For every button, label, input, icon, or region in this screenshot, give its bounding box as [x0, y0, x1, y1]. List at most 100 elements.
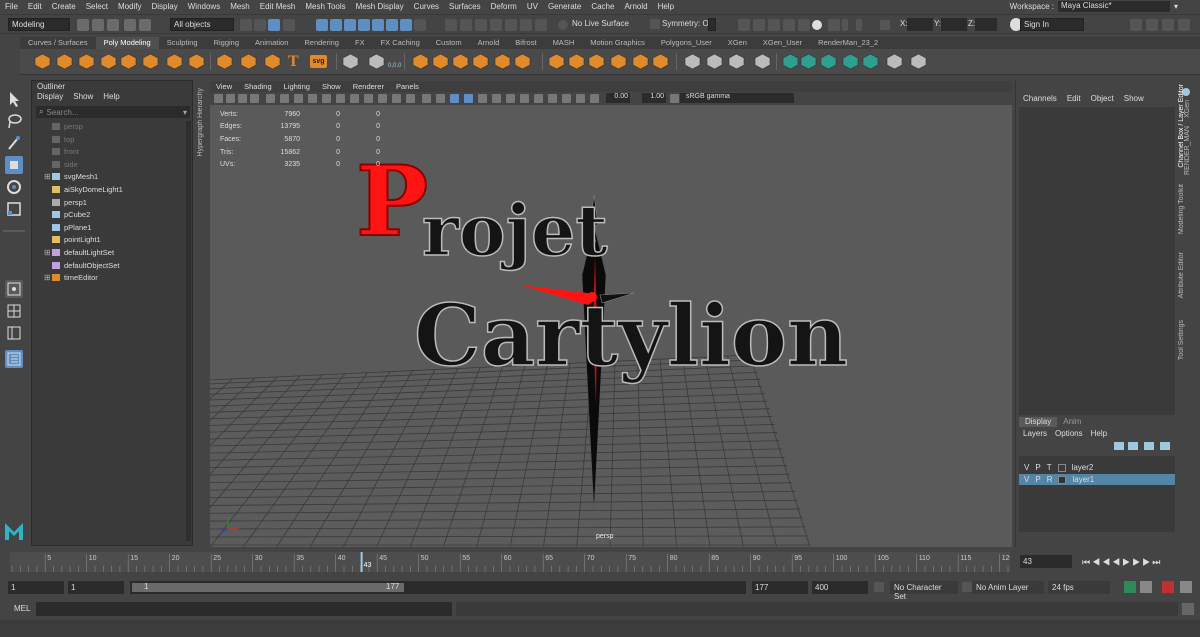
- viewport-menu-lighting[interactable]: Lighting: [278, 81, 316, 92]
- open-scene-icon[interactable]: [92, 19, 104, 31]
- shelf-tab-sculpting[interactable]: Sculpting: [159, 37, 206, 49]
- outliner-item[interactable]: pCube2: [52, 209, 90, 220]
- menu-mesh[interactable]: Mesh: [225, 2, 255, 11]
- sweep-mesh-icon[interactable]: [264, 53, 281, 70]
- menu-uv[interactable]: UV: [522, 2, 543, 11]
- viewport-tool-icon[interactable]: [226, 94, 235, 103]
- construction-history-icon[interactable]: [738, 19, 750, 31]
- chevron-down-icon[interactable]: ▾: [1174, 2, 1178, 11]
- viewport-tool-icon[interactable]: [294, 94, 303, 103]
- viewport-tool-icon[interactable]: [590, 94, 599, 103]
- type-icon[interactable]: T: [288, 53, 305, 70]
- symmetry-label[interactable]: Symmetry: Off: [662, 19, 713, 28]
- viewport-canvas[interactable]: P rojet Cartylion: [210, 105, 1012, 547]
- viewport-tool-icon[interactable]: [322, 94, 331, 103]
- merge-icon[interactable]: [886, 53, 903, 70]
- outliner-layout-icon[interactable]: [5, 350, 23, 368]
- arnold-icon[interactable]: [842, 19, 848, 31]
- playback-start-field[interactable]: 1: [68, 581, 124, 594]
- hypergraph-tab[interactable]: Hypergraph Hierarchy: [196, 80, 208, 550]
- menu-curves[interactable]: Curves: [409, 2, 444, 11]
- shelf-tab-animation[interactable]: Animation: [247, 37, 296, 49]
- chevron-down-icon[interactable]: ▾: [183, 108, 190, 117]
- render-settings-icon[interactable]: [783, 19, 795, 31]
- shelf-tab-mash[interactable]: MASH: [545, 37, 583, 49]
- y-field[interactable]: [941, 18, 967, 31]
- viewport-menu-view[interactable]: View: [210, 81, 238, 92]
- toggle-attribute-editor-icon[interactable]: [1146, 19, 1158, 31]
- z-field[interactable]: [975, 18, 997, 31]
- outliner-item[interactable]: persp: [52, 121, 83, 132]
- outliner-item[interactable]: ⊞ svgMesh1: [44, 171, 98, 182]
- poly-cube-icon[interactable]: [56, 53, 73, 70]
- shelf-tab-renderman-23-2[interactable]: RenderMan_23_2: [810, 37, 886, 49]
- symmetry-dropdown[interactable]: [708, 18, 716, 31]
- layer-playback-toggle[interactable]: P: [1035, 463, 1040, 472]
- camera-lock-icon[interactable]: [812, 20, 822, 30]
- viewport-tool-icon[interactable]: [534, 94, 543, 103]
- viewport-tool-icon[interactable]: [350, 94, 359, 103]
- layer-menu-options[interactable]: Options: [1051, 429, 1087, 440]
- viewport-tool-icon[interactable]: [422, 94, 431, 103]
- playback-controls[interactable]: ⏮◀◀◀▶▶▶⏭: [1082, 557, 1162, 568]
- exposure-field[interactable]: 0.00: [606, 93, 630, 103]
- pick-edge-icon[interactable]: [344, 19, 356, 31]
- viewport-menu-show[interactable]: Show: [316, 81, 347, 92]
- new-scene-icon[interactable]: [77, 19, 89, 31]
- bridge-icon[interactable]: [568, 53, 585, 70]
- sound-icon[interactable]: [1162, 581, 1174, 593]
- side-tab-channel-box[interactable]: Channel Box / Layer Editor: [1178, 84, 1185, 168]
- render-current-icon[interactable]: [753, 19, 765, 31]
- poly-plane-icon[interactable]: [142, 53, 159, 70]
- side-tab-xgen[interactable]: XGen: [1184, 100, 1191, 118]
- persp-outliner-layout-icon[interactable]: [5, 324, 23, 342]
- render-view-icon[interactable]: [828, 19, 840, 31]
- hypershade-icon[interactable]: [798, 19, 810, 31]
- shelf-tab-fx-caching[interactable]: FX Caching: [373, 37, 428, 49]
- outliner-item[interactable]: pointLight1: [52, 234, 101, 245]
- viewport-panel[interactable]: View Shading Lighting Show Renderer Panels 0.…: [210, 81, 1012, 547]
- platonic-icon[interactable]: [188, 53, 205, 70]
- shelf-tab-rendering[interactable]: Rendering: [296, 37, 347, 49]
- connect-icon[interactable]: [728, 53, 745, 70]
- outliner-item[interactable]: aiSkyDomeLight1: [52, 184, 123, 195]
- menu-file[interactable]: File: [0, 2, 23, 11]
- loop-icon[interactable]: [1124, 581, 1136, 593]
- viewport-tool-icon[interactable]: [450, 94, 459, 103]
- menu-create[interactable]: Create: [47, 2, 81, 11]
- layer-display-type-toggle[interactable]: T: [1047, 463, 1052, 472]
- side-tab-attribute-editor[interactable]: Attribute Editor: [1178, 252, 1185, 298]
- super-shape-icon[interactable]: [216, 53, 233, 70]
- layer-menu-layers[interactable]: Layers: [1019, 429, 1051, 440]
- snap-view-plane-icon[interactable]: [490, 19, 502, 31]
- viewport-tool-icon[interactable]: [436, 94, 445, 103]
- channel-menu-edit[interactable]: Edit: [1062, 94, 1086, 105]
- menu-arnold[interactable]: Arnold: [619, 2, 652, 11]
- layer-display-type-toggle[interactable]: R: [1047, 475, 1053, 484]
- viewport-tool-icon[interactable]: [464, 94, 473, 103]
- rotate-tool-icon[interactable]: [5, 178, 23, 196]
- workspace-dropdown[interactable]: Maya Classic*: [1057, 1, 1170, 12]
- multi-cut-icon[interactable]: [684, 53, 701, 70]
- booleans-icon[interactable]: [472, 53, 489, 70]
- outliner-item[interactable]: pPlane1: [52, 222, 92, 233]
- menu-surfaces[interactable]: Surfaces: [444, 2, 486, 11]
- viewport-tool-icon[interactable]: [520, 94, 529, 103]
- current-frame-field[interactable]: 43: [1020, 555, 1072, 568]
- menu-generate[interactable]: Generate: [543, 2, 586, 11]
- poly-disc-icon[interactable]: [166, 53, 183, 70]
- fill-hole-icon[interactable]: [610, 53, 627, 70]
- expand-icon[interactable]: ⊞: [44, 273, 51, 282]
- shelf-tab-xgen-user[interactable]: XGen_User: [755, 37, 810, 49]
- workspace-selector[interactable]: Workspace : Maya Classic* ▾: [1010, 1, 1178, 12]
- outliner-search[interactable]: ⌕ Search... ▾: [36, 106, 190, 118]
- menu-set-dropdown[interactable]: Modeling: [8, 18, 70, 31]
- outliner-item[interactable]: defaultObjectSet: [52, 260, 119, 271]
- pick-handle-icon[interactable]: [386, 19, 398, 31]
- sphere-dot-icon[interactable]: [240, 53, 257, 70]
- average-icon[interactable]: [494, 53, 511, 70]
- snap-curve-icon[interactable]: [460, 19, 472, 31]
- layer-playback-toggle[interactable]: P: [1035, 475, 1040, 484]
- character-set-dropdown[interactable]: No Character Set: [890, 581, 958, 601]
- viewport-tool-icon[interactable]: [336, 94, 345, 103]
